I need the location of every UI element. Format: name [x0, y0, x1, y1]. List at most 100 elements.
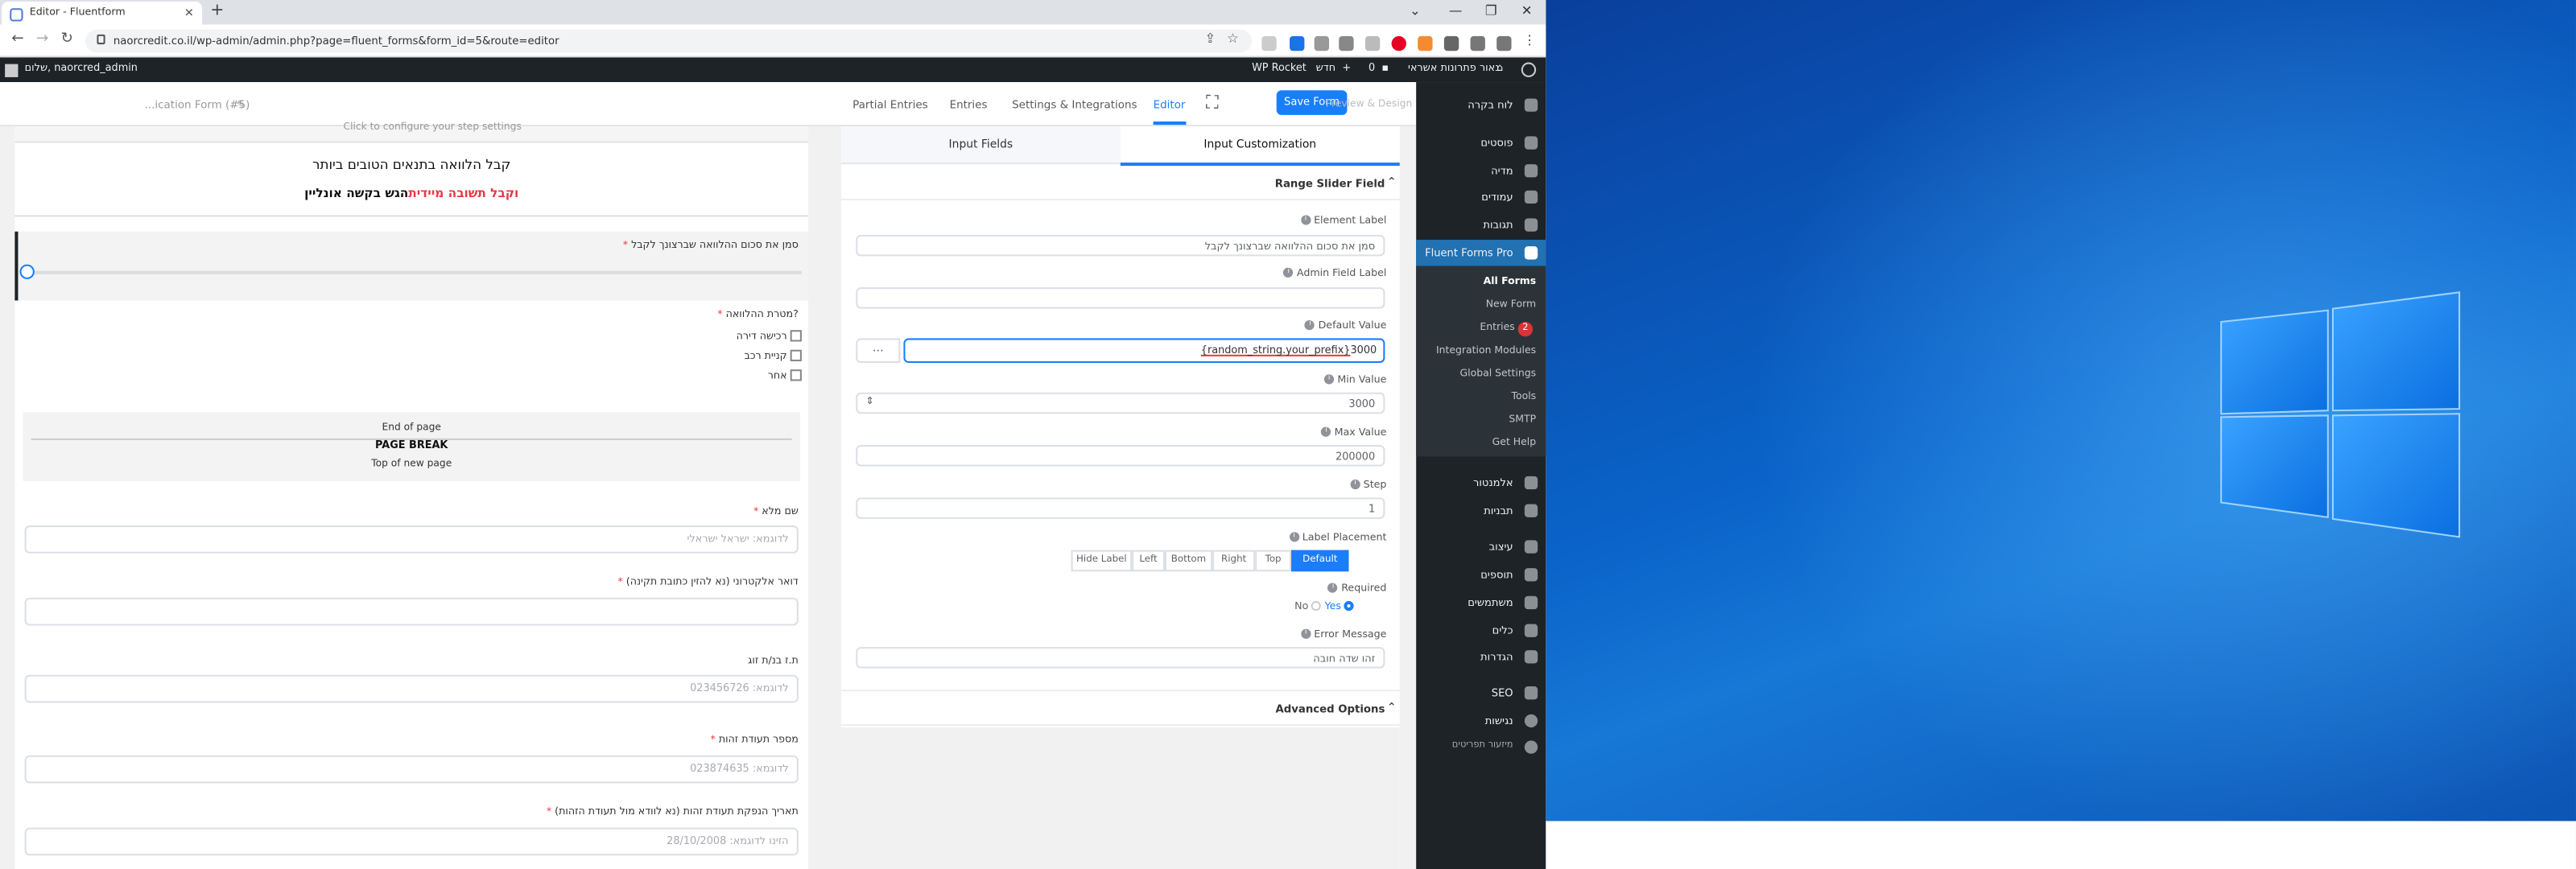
advanced-options-header[interactable]: Advanced Options ⌃: [840, 690, 1400, 727]
required-yes[interactable]: Yes: [1325, 601, 1341, 612]
new-tab-icon[interactable]: +: [210, 2, 224, 19]
page-break-block[interactable]: End of page PAGE BREAK Top of new page: [23, 412, 800, 481]
placement-top[interactable]: Top: [1255, 550, 1292, 572]
menu-templates[interactable]: תבניות: [1416, 497, 1546, 524]
menu-fluent-forms[interactable]: Fluent Forms Pro: [1416, 239, 1546, 266]
info-icon[interactable]: i: [1300, 215, 1311, 225]
nav-editor[interactable]: Editor: [1154, 98, 1186, 111]
menu-tools[interactable]: כלים: [1416, 617, 1546, 644]
range-thumb[interactable]: [19, 264, 35, 279]
id-issue-date-input[interactable]: הזינו לדוגמא: 28/10/2008: [24, 827, 799, 856]
restore-icon[interactable]: ❐: [1485, 3, 1497, 18]
nav-settings[interactable]: Settings & Integrations: [1012, 98, 1137, 111]
collapse-icon[interactable]: ⌃: [1387, 701, 1397, 714]
email-input[interactable]: [24, 597, 799, 626]
tab-search-icon[interactable]: ⌄: [1410, 3, 1421, 18]
submenu-all-forms[interactable]: All Forms: [1484, 276, 1537, 287]
placement-right[interactable]: Right: [1212, 550, 1256, 572]
address-bar[interactable]: naorcredit.co.il/wp-admin/admin.php?page…: [85, 29, 1253, 53]
menu-seo[interactable]: SEO: [1416, 680, 1546, 706]
wp-rocket-link[interactable]: WP Rocket: [1252, 63, 1307, 74]
wordpress-logo-icon[interactable]: [1521, 62, 1537, 77]
info-icon[interactable]: i: [1324, 374, 1335, 385]
menu-comments[interactable]: תגובות: [1416, 212, 1546, 238]
bookmark-star-icon[interactable]: ☆: [1227, 31, 1239, 46]
comment-icon[interactable]: ▪: [1381, 63, 1389, 74]
nav-partial-entries[interactable]: Partial Entries: [852, 98, 927, 111]
comments-count[interactable]: 0: [1368, 63, 1375, 74]
pinterest-icon[interactable]: [1391, 35, 1406, 51]
info-icon[interactable]: i: [1305, 319, 1315, 331]
admin-greeting[interactable]: שלום, naorcred_admin: [25, 63, 138, 74]
required-no[interactable]: No: [1294, 601, 1308, 612]
full-name-input[interactable]: לדוגמא: ישראל ישראלי: [24, 525, 799, 554]
step-settings-bar[interactable]: Click to configure your step settings: [14, 121, 809, 143]
placement-left[interactable]: Left: [1132, 550, 1165, 572]
error-message-input[interactable]: זהו שדה חובה: [856, 647, 1385, 669]
menu-settings[interactable]: הגדרות: [1416, 644, 1546, 670]
menu-plugins[interactable]: תוספים: [1416, 562, 1546, 588]
id-number-input[interactable]: לדוגמא: 023874635: [24, 755, 799, 784]
number-stepper-icon[interactable]: ⇕: [866, 396, 874, 407]
info-icon[interactable]: i: [1350, 479, 1360, 490]
reading-list-icon[interactable]: [1470, 35, 1485, 51]
menu-kebab-icon[interactable]: ⋮: [1523, 33, 1538, 47]
menu-dashboard[interactable]: לוח בקרה: [1416, 92, 1546, 118]
avatar[interactable]: [5, 63, 19, 76]
info-icon[interactable]: i: [1327, 583, 1339, 593]
default-value-input[interactable]: {random_string.your_prefix}3000: [903, 338, 1385, 364]
extension-icon[interactable]: [1314, 35, 1330, 51]
range-slider-field-selected[interactable]: * סמן את סכום ההלוואה שברצונך לקבל: [14, 231, 809, 301]
forward-icon[interactable]: →: [36, 31, 48, 47]
submenu-integration-modules[interactable]: Integration Modules: [1436, 345, 1536, 356]
menu-pages[interactable]: עמודים: [1416, 184, 1546, 211]
tab-input-fields[interactable]: Input Fields: [841, 126, 1121, 164]
close-window-icon[interactable]: ✕: [1521, 3, 1533, 18]
radio-yes[interactable]: [1344, 600, 1355, 612]
section-header[interactable]: Range Slider Field ⌃: [840, 164, 1400, 200]
radio-no[interactable]: [1311, 600, 1322, 612]
min-value-input[interactable]: ⇕ 3000: [856, 392, 1385, 414]
purpose-option[interactable]: רכישה דירה: [737, 330, 802, 343]
info-icon[interactable]: i: [1289, 532, 1299, 542]
menu-elementor[interactable]: אלמנטור: [1416, 470, 1546, 496]
submenu-smtp[interactable]: SMTP: [1509, 414, 1536, 425]
submenu-entries[interactable]: Entries 2: [1480, 321, 1534, 337]
menu-appearance[interactable]: עיצוב: [1416, 533, 1546, 560]
collapse-icon[interactable]: ⌃: [1387, 175, 1397, 188]
menu-posts[interactable]: פוסטים: [1416, 130, 1546, 156]
shortcode-picker-button[interactable]: ...: [856, 338, 901, 364]
menu-users[interactable]: משתמשים: [1416, 590, 1546, 616]
close-tab-icon[interactable]: ✕: [184, 6, 194, 19]
admin-label-input[interactable]: [856, 287, 1385, 309]
fullscreen-icon[interactable]: ⛶: [1206, 92, 1219, 115]
checkbox[interactable]: [790, 369, 802, 381]
download-icon[interactable]: [1496, 35, 1512, 51]
extension-icon[interactable]: [1290, 35, 1305, 51]
site-name-link[interactable]: נאור פתרונות אשראי: [1408, 63, 1499, 74]
checkbox[interactable]: [790, 349, 802, 361]
tab-input-customization[interactable]: Input Customization: [1120, 126, 1400, 167]
puzzle-icon[interactable]: [1443, 35, 1459, 51]
menu-media[interactable]: מדיה: [1416, 158, 1546, 184]
max-value-input[interactable]: 200000: [856, 445, 1385, 467]
edit-pencil-icon[interactable]: ✎: [237, 98, 246, 111]
extension-icon[interactable]: [1339, 35, 1354, 51]
placement-bottom[interactable]: Bottom: [1164, 550, 1213, 572]
placement-hide-label[interactable]: Hide Label: [1071, 550, 1133, 572]
new-link[interactable]: חדש: [1316, 63, 1336, 74]
minimize-icon[interactable]: —: [1449, 3, 1462, 18]
submenu-new-form[interactable]: New Form: [1486, 299, 1536, 310]
browser-tab[interactable]: Editor - Fluentform ✕: [2, 2, 203, 25]
info-icon[interactable]: i: [1321, 426, 1331, 437]
step-input[interactable]: 1: [856, 497, 1385, 519]
home-icon[interactable]: ⌂: [1496, 63, 1503, 74]
menu-collapse[interactable]: מיזעור תפריטים: [1416, 734, 1546, 760]
submenu-get-help[interactable]: Get Help: [1492, 437, 1536, 448]
share-icon[interactable]: ⇪: [1205, 31, 1216, 46]
menu-accessibility[interactable]: נגישות: [1416, 708, 1546, 735]
checkbox[interactable]: [790, 330, 802, 342]
nav-entries[interactable]: Entries: [950, 98, 988, 111]
reload-icon[interactable]: ↻: [61, 31, 73, 47]
placement-default[interactable]: Default: [1291, 550, 1349, 572]
